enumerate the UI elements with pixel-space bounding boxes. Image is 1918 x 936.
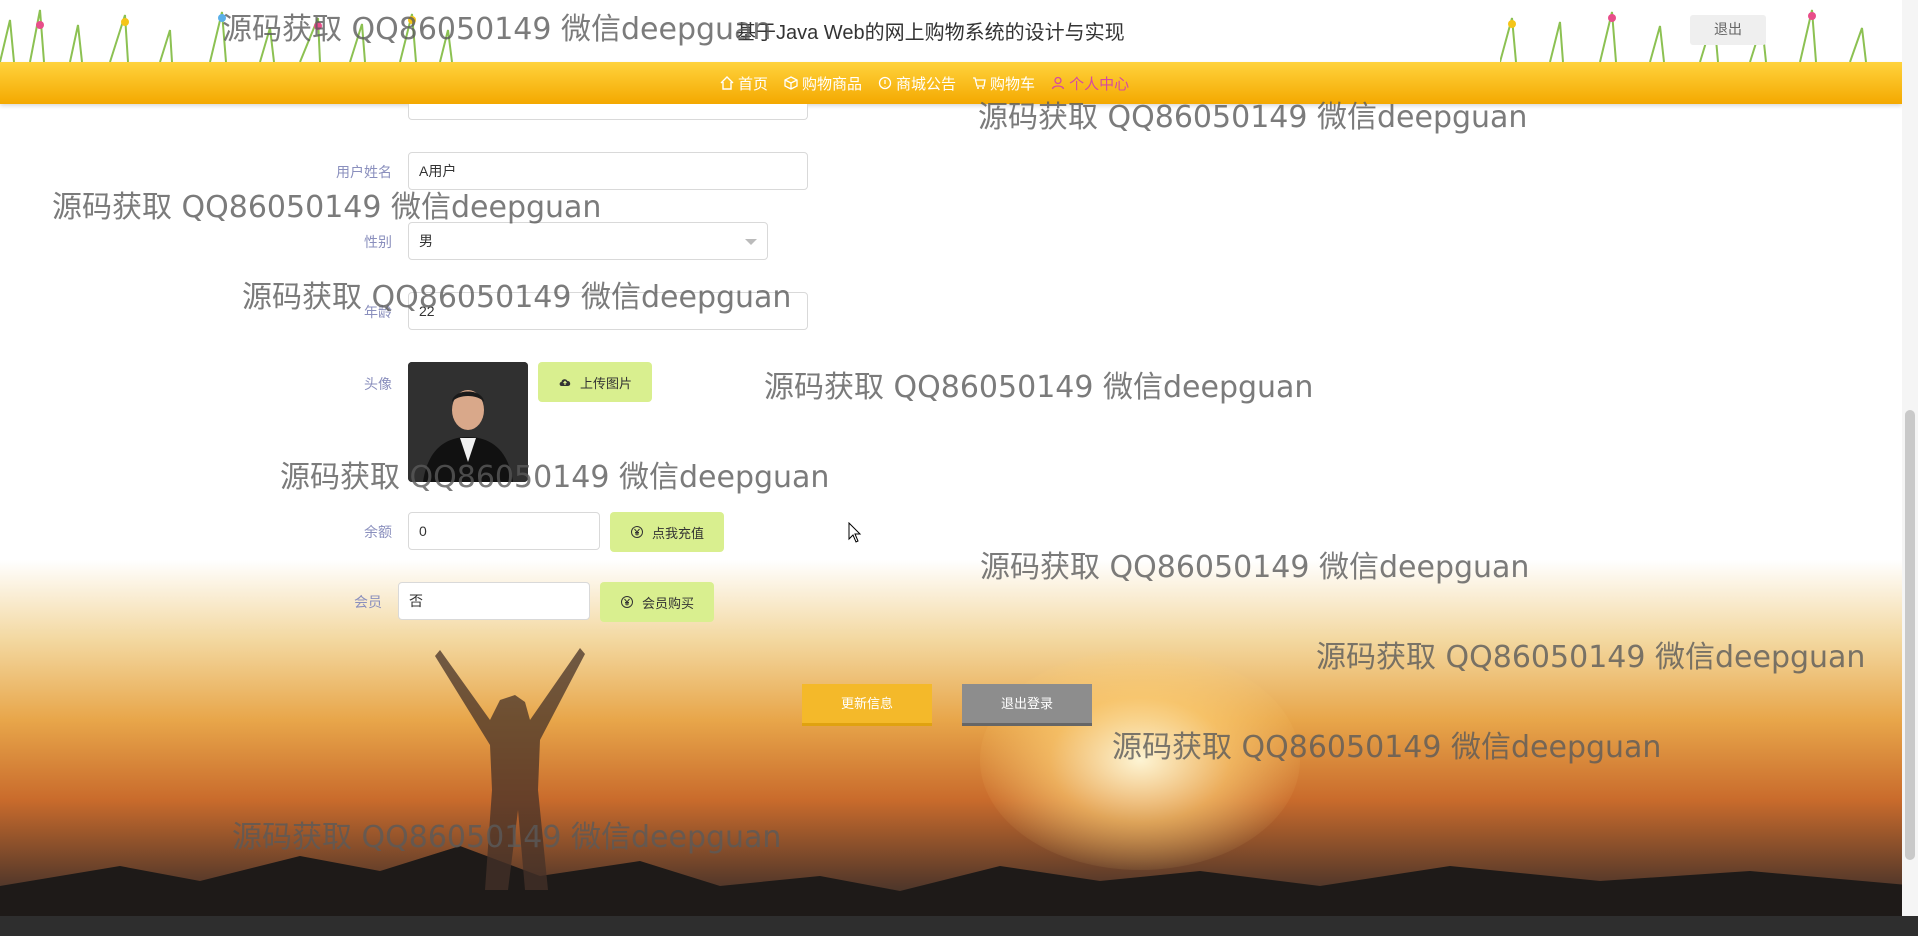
user-icon bbox=[1051, 76, 1065, 90]
logout-button[interactable]: 退出登录 bbox=[962, 684, 1092, 726]
main-nav: 首页 购物商品 商城公告 购物车 个人中心 bbox=[0, 62, 1902, 104]
nav-item-label: 商城公告 bbox=[896, 74, 957, 93]
recharge-button[interactable]: 点我充值 bbox=[610, 512, 724, 552]
watermark: 源码获取 QQ86050149 微信deepguan bbox=[764, 370, 1314, 405]
nav-item-cart[interactable]: 购物车 bbox=[972, 73, 1035, 94]
watermark: 源码获取 QQ86050149 微信deepguan bbox=[52, 190, 602, 225]
nav-item-notices[interactable]: 商城公告 bbox=[878, 73, 956, 94]
member-field[interactable]: 否 bbox=[398, 582, 590, 620]
buy-membership-label: 会员购买 bbox=[641, 596, 694, 612]
update-info-button[interactable]: 更新信息 bbox=[802, 684, 932, 726]
gender-value: 男 bbox=[419, 233, 433, 249]
footer-bar bbox=[0, 916, 1918, 936]
nav-item-home[interactable]: 首页 bbox=[720, 73, 768, 94]
home-icon bbox=[720, 76, 734, 90]
scrolled-field[interactable] bbox=[408, 104, 808, 120]
gender-select[interactable]: 男 bbox=[408, 222, 768, 260]
cart-icon bbox=[973, 77, 986, 89]
balance-label: 余额 bbox=[364, 525, 392, 541]
box-icon bbox=[784, 76, 798, 90]
notice-icon bbox=[878, 76, 892, 90]
member-label: 会员 bbox=[354, 595, 382, 611]
upload-image-button[interactable]: 上传图片 bbox=[538, 362, 652, 402]
watermark: 源码获取 QQ86050149 微信deepguan bbox=[280, 460, 830, 495]
person-silhouette bbox=[435, 648, 585, 890]
upload-label: 上传图片 bbox=[579, 376, 632, 392]
recharge-label: 点我充值 bbox=[651, 526, 704, 542]
nav-item-products[interactable]: 购物商品 bbox=[784, 73, 862, 94]
yen-icon bbox=[620, 596, 633, 608]
watermark: 源码获取 QQ86050149 微信deepguan bbox=[1316, 640, 1866, 675]
balance-field[interactable]: 0 bbox=[408, 512, 600, 550]
nav-item-label: 首页 bbox=[738, 74, 769, 93]
watermark: 源码获取 QQ86050149 微信deepguan bbox=[1112, 730, 1662, 765]
nav-item-profile[interactable]: 个人中心 bbox=[1051, 73, 1129, 94]
nav-item-label: 购物商品 bbox=[802, 74, 863, 93]
scrollbar-thumb[interactable] bbox=[1905, 410, 1915, 860]
page-scrollbar[interactable] bbox=[1902, 0, 1918, 916]
nav-item-label: 购物车 bbox=[990, 74, 1036, 93]
nav-item-label: 个人中心 bbox=[1069, 74, 1130, 93]
site-title: 基于Java Web的网上购物系统的设计与实现 bbox=[736, 22, 1125, 44]
yen-icon bbox=[630, 526, 643, 538]
name-label: 用户姓名 bbox=[336, 165, 392, 181]
buy-membership-button[interactable]: 会员购买 bbox=[600, 582, 714, 622]
watermark: 源码获取 QQ86050149 微信deepguan bbox=[232, 820, 782, 855]
chevron-down-icon bbox=[745, 239, 757, 245]
watermark: 源码获取 QQ86050149 微信deepguan bbox=[222, 12, 772, 47]
watermark: 源码获取 QQ86050149 微信deepguan bbox=[980, 550, 1530, 585]
gender-label: 性别 bbox=[364, 235, 392, 251]
logout-top-button[interactable]: 退出 bbox=[1690, 15, 1766, 45]
watermark: 源码获取 QQ86050149 微信deepguan bbox=[242, 280, 792, 315]
mouse-cursor-icon bbox=[848, 522, 862, 543]
cloud-upload-icon bbox=[559, 379, 571, 386]
watermark: 源码获取 QQ86050149 微信deepguan bbox=[978, 100, 1528, 135]
avatar-label: 头像 bbox=[364, 377, 392, 393]
